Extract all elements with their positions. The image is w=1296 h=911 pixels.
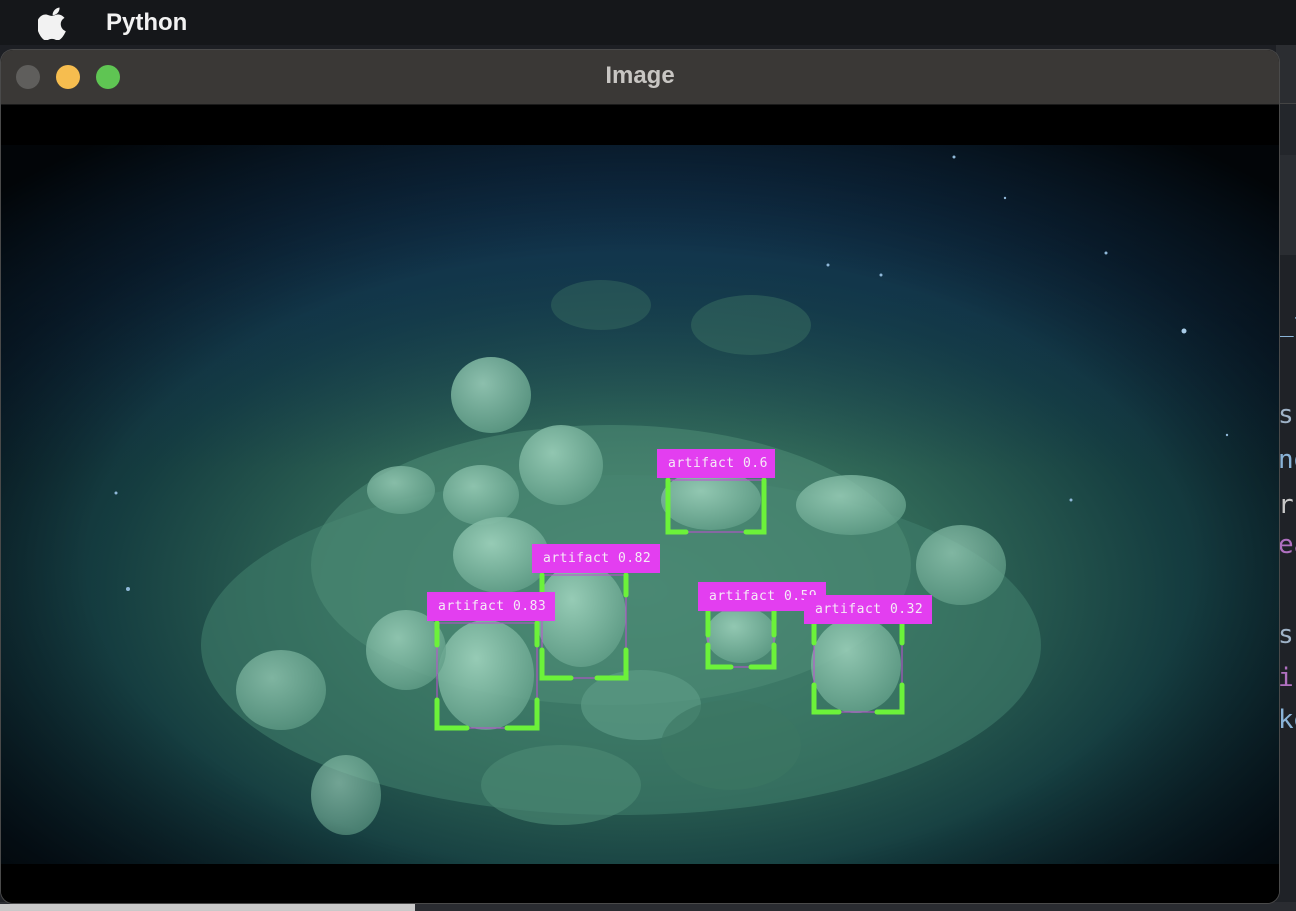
editor-fragment: ke [1278,705,1296,735]
background-editor-window: _t s ng r ea s ir ke [1276,45,1296,911]
image-window: Image artifact 0.6 artifact 0.82 artifac… [1,50,1279,903]
menu-bar: Python [0,0,1296,45]
window-title: Image [605,62,675,89]
detection-label: artifact 0.83 [427,592,555,621]
window-titlebar[interactable]: Image [1,50,1279,105]
apple-icon[interactable] [38,6,70,40]
editor-fragment: r [1278,490,1294,520]
underwater-photo [1,145,1279,864]
detection-label: artifact 0.6 [657,449,775,478]
app-menu-python[interactable]: Python [106,9,187,37]
background-window-edge [0,902,1296,911]
editor-fragment: s [1278,400,1294,430]
editor-fragment: s [1278,620,1294,650]
editor-fragment: ng [1278,445,1296,475]
detection-label: artifact 0.82 [532,544,660,573]
editor-fragment: ir [1278,663,1296,693]
detection-label: artifact 0.32 [804,595,932,624]
editor-fragment: _t [1278,308,1296,338]
image-canvas: artifact 0.6 artifact 0.82 artifact 0.83… [1,105,1279,903]
editor-fragment: ea [1278,530,1296,560]
